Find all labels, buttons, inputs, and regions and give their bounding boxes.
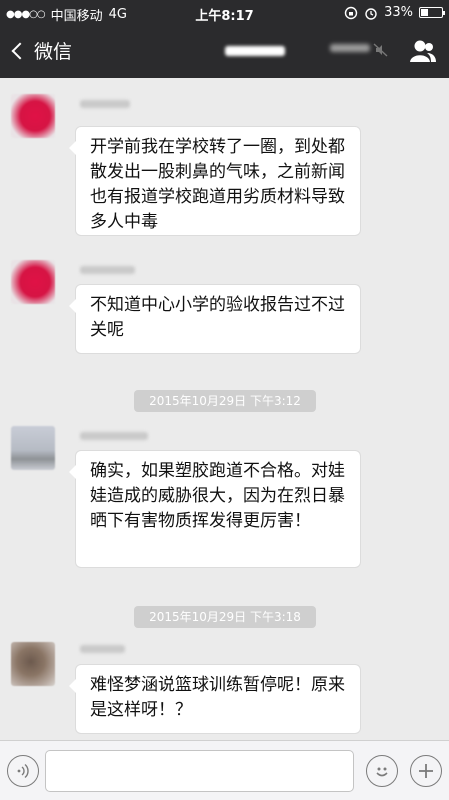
avatar[interactable] xyxy=(11,426,55,470)
chevron-left-icon xyxy=(11,42,29,59)
sender-name-redacted xyxy=(80,645,125,653)
battery-percent: 33% xyxy=(384,5,413,20)
timestamp-divider: 2015年10月29日 下午3:12 xyxy=(134,390,316,412)
sender-name-redacted xyxy=(80,266,135,274)
timestamp-divider: 2015年10月29日 下午3:18 xyxy=(134,606,316,628)
status-bar: ●●●○○ 中国移动 4G 上午8:17 33% xyxy=(0,0,449,26)
title-blur xyxy=(225,46,285,56)
contact-info-button[interactable] xyxy=(409,38,437,64)
input-bar xyxy=(0,740,449,800)
rotation-lock-icon xyxy=(344,6,358,19)
mute-icon xyxy=(373,43,388,57)
wechat-chat-screen: ●●●○○ 中国移动 4G 上午8:17 33% 微信 开学前我在学校转了一圈，… xyxy=(0,0,449,800)
title-blur-secondary xyxy=(330,44,370,52)
avatar[interactable] xyxy=(11,642,55,686)
avatar[interactable] xyxy=(11,94,55,138)
battery-icon xyxy=(419,7,445,18)
message-bubble[interactable]: 不知道中心小学的验收报告过不过关呢 xyxy=(69,284,361,354)
message-bubble[interactable]: 开学前我在学校转了一圈，到处都散发出一股刺鼻的气味，之前新闻也有报道学校跑道用劣… xyxy=(69,126,361,236)
more-options-button[interactable] xyxy=(410,755,442,787)
status-right: 33% xyxy=(344,5,445,20)
chat-title-redacted xyxy=(130,40,380,62)
message-bubble[interactable]: 确实，如果塑胶跑道不合格。对娃娃造成的威胁很大，因为在烈日暴晒下有害物质挥发得更… xyxy=(69,450,361,568)
alarm-icon xyxy=(365,7,377,20)
smiley-icon xyxy=(376,767,388,777)
voice-icon xyxy=(17,763,29,779)
voice-input-button[interactable] xyxy=(7,755,39,787)
sender-name-redacted xyxy=(80,432,148,440)
emoji-button[interactable] xyxy=(366,755,398,787)
message-bubble[interactable]: 难怪梦涵说篮球训练暂停呢！原来是这样呀！？ xyxy=(69,664,361,734)
avatar[interactable] xyxy=(11,260,55,304)
nav-bar: 微信 xyxy=(0,26,449,78)
back-button[interactable]: 微信 xyxy=(10,37,72,64)
plus-icon xyxy=(419,764,433,778)
sender-name-redacted xyxy=(80,100,130,108)
back-label: 微信 xyxy=(34,41,73,63)
message-input[interactable] xyxy=(45,750,354,792)
